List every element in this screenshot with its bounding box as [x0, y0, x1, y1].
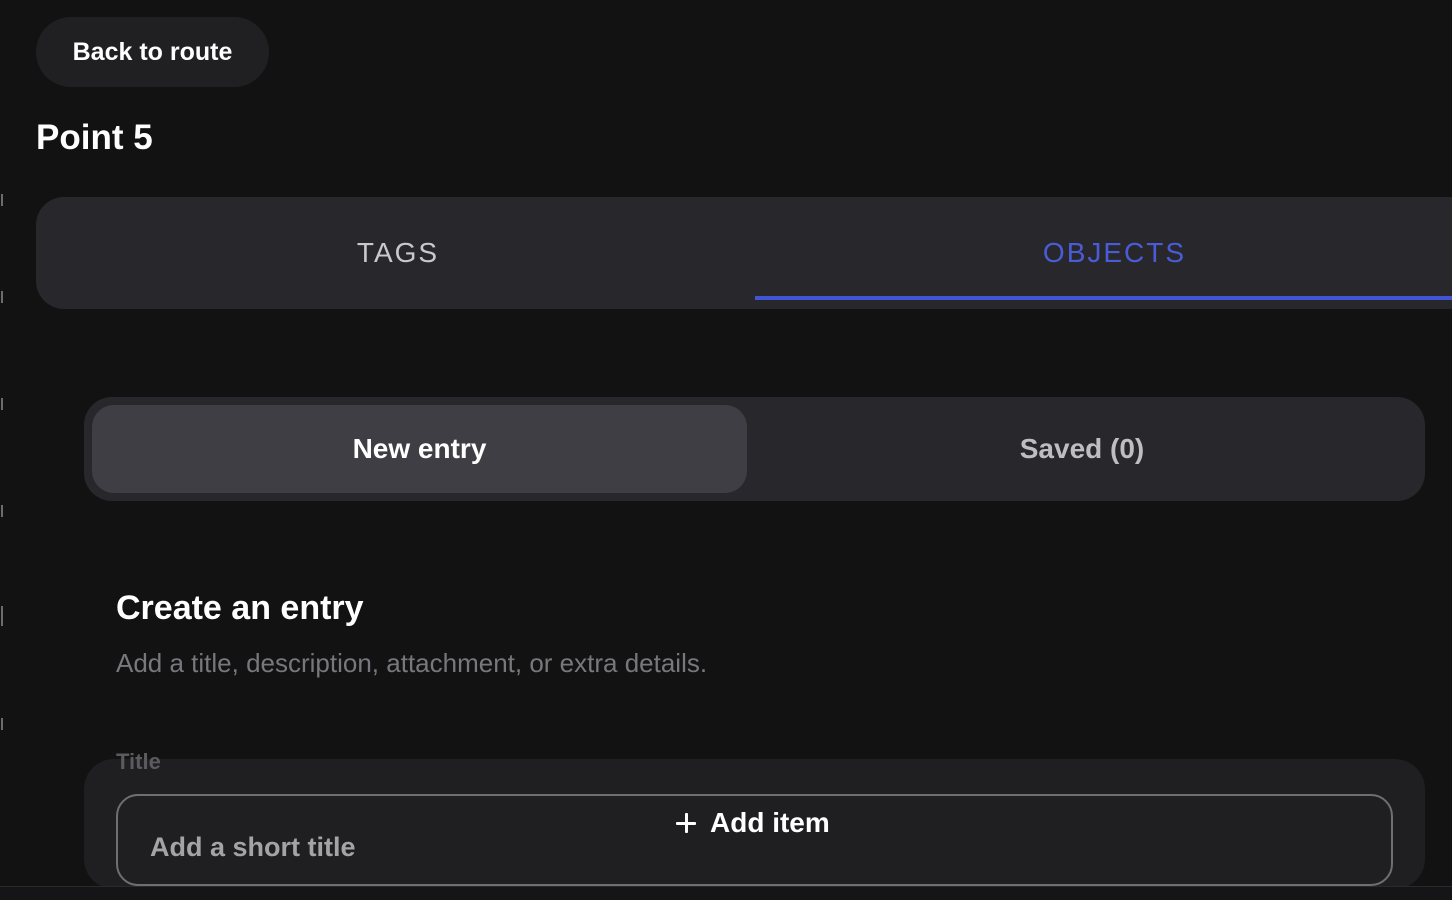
tab-tags-label: TAGS [356, 237, 440, 268]
tab-objects[interactable]: OBJECTS [755, 197, 1452, 309]
edge-tick [1, 606, 3, 626]
page-title: Point 5 [36, 118, 153, 157]
add-item-button[interactable]: Add item [676, 803, 830, 843]
point-detail-page: Back to route Point 5 TAGS OBJECTS New e… [0, 0, 1452, 900]
entry-mode-switch: New entry Saved (0) [84, 397, 1425, 501]
create-entry-description: Add a title, description, attachment, or… [116, 648, 708, 678]
bottom-edge [0, 886, 1452, 900]
tab-tags[interactable]: TAGS [36, 197, 755, 309]
tab-objects-label: OBJECTS [1042, 237, 1187, 268]
active-tab-indicator [755, 296, 1452, 300]
edge-tick [1, 291, 3, 303]
edge-tick [1, 718, 3, 730]
create-entry-heading: Create an entry [116, 589, 364, 627]
edge-tick [1, 398, 3, 410]
plus-icon [676, 813, 696, 833]
edge-tick [1, 194, 3, 206]
title-field-label: Title [116, 749, 161, 774]
add-item-label: Add item [710, 807, 830, 838]
edge-tick [1, 505, 3, 517]
new-entry-segment[interactable]: New entry [92, 405, 747, 493]
back-to-route-button[interactable]: Back to route [36, 17, 269, 87]
saved-segment[interactable]: Saved (0) [747, 405, 1417, 493]
tab-bar: TAGS OBJECTS [36, 197, 1452, 309]
left-edge-ticks [0, 0, 4, 900]
